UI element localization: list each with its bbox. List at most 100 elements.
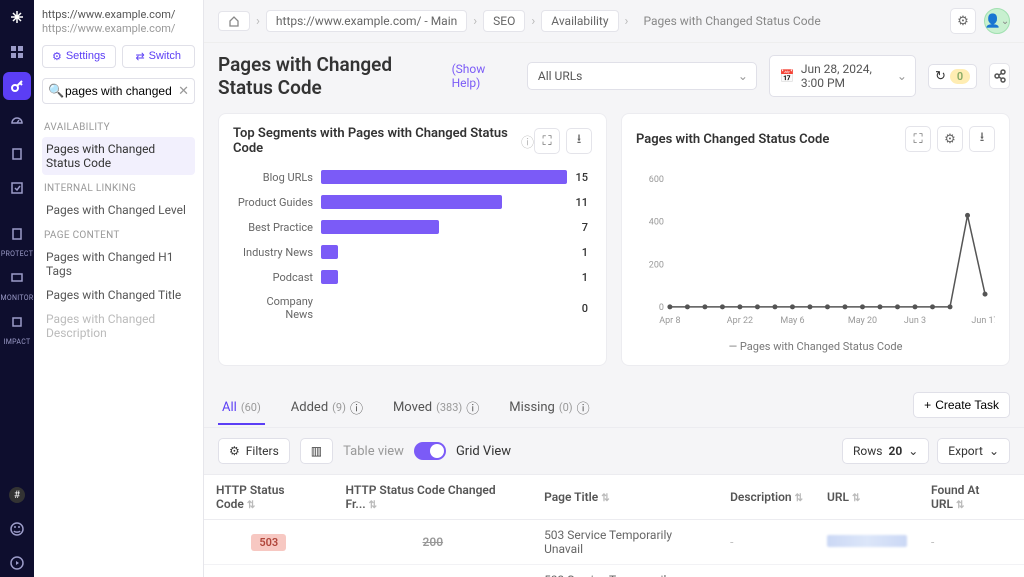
table-row[interactable]: 503 502 503 Service Temporarily Unavail …	[204, 565, 1024, 577]
settings-button[interactable]: ⚙Settings	[42, 45, 116, 68]
trend-card: Pages with Changed Status Code ⛶ ⚙ ⭳ 020…	[621, 113, 1010, 366]
tab-missing[interactable]: Missing (0) ⓘ	[505, 390, 593, 427]
rail-icon-clipboard[interactable]	[3, 140, 31, 168]
bar-track	[321, 245, 574, 259]
create-task-button[interactable]: +Create Task	[913, 392, 1010, 418]
svg-text:Jun 17: Jun 17	[971, 316, 995, 326]
bar-value: 15	[575, 171, 588, 184]
search-input[interactable]	[42, 78, 195, 104]
col-page-title[interactable]: Page Title⇅	[532, 475, 718, 520]
breadcrumb-home[interactable]	[218, 11, 250, 31]
bar-value: 0	[582, 302, 588, 315]
main-content: › https://www.example.com/ - Main › SEO …	[204, 0, 1024, 577]
breadcrumb-seo[interactable]: SEO	[483, 10, 525, 32]
cell-url	[827, 535, 907, 547]
trend-line-chart: 0200400600Apr 8Apr 22May 6May 20Jun 3Jun…	[636, 166, 995, 336]
rail-icon-protect[interactable]	[3, 220, 31, 248]
info-icon: ⓘ	[466, 398, 479, 417]
left-rail: PROTECT MONITOR IMPACT #	[0, 0, 34, 577]
bar-row: Blog URLs 15	[237, 170, 588, 184]
columns-button[interactable]: ▥	[300, 438, 333, 464]
user-avatar[interactable]: 👤 ⌄	[984, 8, 1010, 34]
segments-bar-chart: Blog URLs 15 Product Guides 11 Best Practi…	[233, 170, 592, 329]
svg-text:May 6: May 6	[780, 316, 804, 326]
url-selector[interactable]: All URLs	[527, 62, 757, 90]
share-button[interactable]	[989, 63, 1010, 89]
nav-h1-tags[interactable]: Pages with Changed H1 Tags	[42, 245, 195, 283]
svg-text:Jun 3: Jun 3	[904, 316, 926, 326]
status-code-from: 200	[423, 535, 444, 549]
rail-icon-hash[interactable]: #	[3, 481, 31, 509]
tab-all[interactable]: All (60)	[218, 392, 265, 425]
share-icon	[993, 69, 1007, 83]
nav-description[interactable]: Pages with Changed Description	[42, 307, 195, 345]
svg-text:400: 400	[649, 218, 664, 228]
date-selector[interactable]: 📅Jun 28, 2024, 3:00 PM	[769, 55, 916, 97]
chevron-down-icon: ⌄	[908, 444, 918, 458]
switch-button[interactable]: ⇄Switch	[122, 45, 196, 68]
clear-search-icon[interactable]: ✕	[178, 84, 189, 99]
bar-value: 7	[582, 221, 588, 234]
download-button[interactable]: ⭳	[566, 128, 592, 154]
col-found-at[interactable]: Found At URL⇅	[919, 475, 1024, 520]
export-button[interactable]: Export ⌄	[937, 438, 1010, 464]
breadcrumb-availability[interactable]: Availability	[541, 10, 618, 32]
info-icon[interactable]: ⓘ	[521, 132, 534, 151]
bar-track	[321, 301, 574, 315]
rail-icon-play[interactable]	[3, 549, 31, 577]
filters-button[interactable]: ⚙Filters	[218, 438, 290, 464]
chart-legend: — Pages with Changed Status Code	[636, 340, 995, 353]
chevron-right-icon: ›	[473, 14, 477, 29]
show-help-link[interactable]: (Show Help)	[452, 62, 503, 90]
info-icon: ⓘ	[350, 398, 363, 417]
tab-added[interactable]: Added (9) ⓘ	[287, 390, 367, 427]
bar-row: Best Practice 7	[237, 220, 588, 234]
breadcrumb-project[interactable]: https://www.example.com/ - Main	[266, 10, 467, 32]
chevron-down-icon: ⌄	[989, 444, 999, 458]
breadcrumbs: › https://www.example.com/ - Main › SEO …	[204, 0, 1024, 43]
expand-button[interactable]: ⛶	[905, 126, 931, 152]
gear-icon: ⚙	[52, 50, 62, 63]
rail-icon-check[interactable]	[3, 174, 31, 202]
nav-title[interactable]: Pages with Changed Title	[42, 283, 195, 307]
col-url[interactable]: URL⇅	[815, 475, 919, 520]
bar-row: Product Guides 11	[237, 195, 588, 209]
rail-icon-impact[interactable]	[3, 308, 31, 336]
rail-icon-monitor[interactable]	[3, 264, 31, 292]
col-status-code[interactable]: HTTP Status Code⇅	[204, 475, 334, 520]
bar-label: Product Guides	[237, 196, 313, 209]
settings-gear-button[interactable]: ⚙	[950, 8, 976, 34]
col-description[interactable]: Description⇅	[718, 475, 815, 520]
calendar-icon: 📅	[780, 69, 795, 83]
nav-status-code[interactable]: Pages with Changed Status Code	[42, 137, 195, 175]
download-button[interactable]: ⭳	[969, 126, 995, 152]
bar-label: Industry News	[237, 246, 313, 259]
svg-text:Apr 22: Apr 22	[727, 316, 753, 326]
rail-icon-grid[interactable]	[3, 38, 31, 66]
table-view-label: Table view	[343, 444, 404, 459]
segments-title: Top Segments with Pages with Changed Sta…	[233, 126, 515, 156]
bar-track	[321, 220, 574, 234]
bar-track	[321, 270, 574, 284]
rows-selector[interactable]: Rows 20 ⌄	[842, 438, 929, 464]
rail-icon-key[interactable]	[3, 72, 31, 100]
table-options: ⚙Filters ▥ Table view Grid View Rows 20 …	[204, 428, 1024, 474]
refresh-button[interactable]: ↻0	[928, 64, 977, 89]
bar-row: Podcast 1	[237, 270, 588, 284]
nav-changed-level[interactable]: Pages with Changed Level	[42, 198, 195, 222]
col-changed-from[interactable]: HTTP Status Code Changed Fr...⇅	[334, 475, 533, 520]
table-row[interactable]: 503 200 503 Service Temporarily Unavail …	[204, 520, 1024, 565]
sliders-icon: ⚙	[229, 444, 240, 458]
view-toggle[interactable]	[414, 442, 446, 460]
card-settings-button[interactable]: ⚙	[937, 126, 963, 152]
plus-icon: +	[924, 398, 931, 412]
trend-title: Pages with Changed Status Code	[636, 132, 829, 147]
bar-label: Company News	[237, 295, 313, 321]
tab-moved[interactable]: Moved (383) ⓘ	[389, 390, 483, 427]
results-table: HTTP Status Code⇅ HTTP Status Code Chang…	[204, 474, 1024, 577]
rail-icon-dashboard[interactable]	[3, 106, 31, 134]
nav-group-content: PAGE CONTENT	[44, 230, 195, 241]
rail-icon-smile[interactable]	[3, 515, 31, 543]
expand-button[interactable]: ⛶	[534, 128, 560, 154]
bar-value: 11	[575, 196, 588, 209]
